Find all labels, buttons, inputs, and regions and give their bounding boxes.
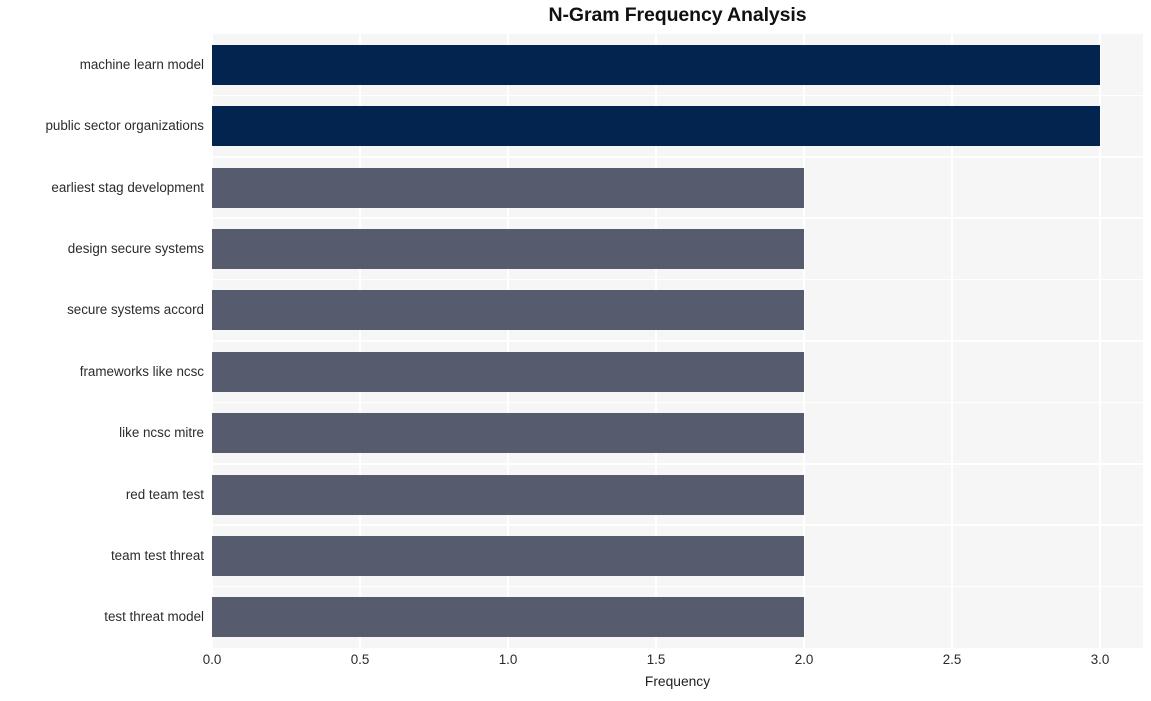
bar bbox=[212, 44, 1100, 85]
bar bbox=[212, 290, 804, 331]
bar bbox=[212, 535, 804, 576]
y-axis-tick-label: machine learn model bbox=[79, 56, 204, 72]
y-axis-tick-label: public sector organizations bbox=[45, 118, 204, 134]
y-gridline bbox=[212, 585, 1143, 588]
bar bbox=[212, 106, 1100, 147]
plot-area bbox=[212, 34, 1143, 648]
y-gridline bbox=[212, 278, 1143, 281]
bar bbox=[212, 474, 804, 515]
y-gridline bbox=[212, 217, 1143, 219]
x-axis-tick-label: 0.5 bbox=[350, 652, 370, 667]
y-gridline bbox=[212, 156, 1143, 158]
y-axis-tick-label: frameworks like ncsc bbox=[79, 363, 204, 379]
chart-figure: N-Gram Frequency Analysis machine learn … bbox=[0, 0, 1151, 701]
y-axis-tick-label: secure systems accord bbox=[67, 302, 204, 318]
x-axis-tick-labels: 0.0 0.5 1.0 1.5 2.0 2.5 3.0 bbox=[0, 652, 1151, 674]
y-axis-tick-label: red team test bbox=[125, 486, 204, 502]
y-gridline bbox=[212, 401, 1143, 404]
y-axis-tick-labels: machine learn model public sector organiz… bbox=[0, 34, 204, 648]
bar bbox=[212, 413, 804, 454]
y-gridline bbox=[212, 340, 1143, 342]
x-axis-tick-label: 2.5 bbox=[942, 652, 962, 667]
x-axis-tick-label: 1.0 bbox=[498, 652, 518, 667]
x-axis-tick-label: 1.5 bbox=[646, 652, 666, 667]
bar bbox=[212, 167, 804, 208]
y-gridline bbox=[212, 463, 1143, 465]
y-gridline bbox=[212, 94, 1143, 97]
x-axis-tick-label: 0.0 bbox=[202, 652, 222, 667]
bar bbox=[212, 597, 804, 638]
x-axis-title: Frequency bbox=[644, 674, 711, 689]
y-axis-tick-label: earliest stag development bbox=[51, 179, 204, 195]
chart-title: N-Gram Frequency Analysis bbox=[548, 4, 807, 26]
y-gridline bbox=[212, 524, 1143, 526]
x-axis-tick-label: 2.0 bbox=[794, 652, 814, 667]
bar bbox=[212, 228, 804, 269]
y-axis-tick-label: team test threat bbox=[110, 547, 204, 563]
bar bbox=[212, 351, 804, 392]
y-axis-tick-label: like ncsc mitre bbox=[119, 425, 204, 441]
y-axis-tick-label: design secure systems bbox=[67, 240, 204, 256]
y-axis-tick-label: test threat model bbox=[104, 609, 204, 625]
x-axis-tick-label: 3.0 bbox=[1090, 652, 1110, 667]
